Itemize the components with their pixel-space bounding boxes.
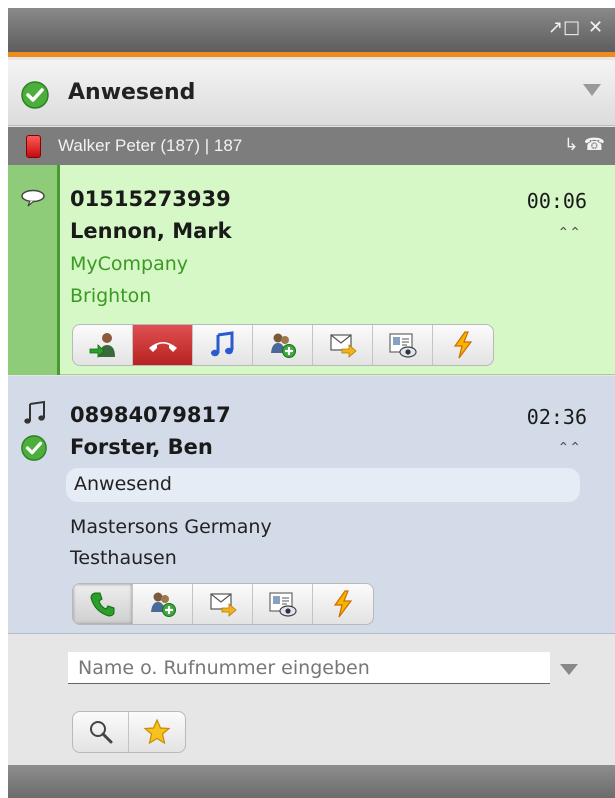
transfer-icon xyxy=(89,333,115,358)
add-conference-icon xyxy=(150,592,176,617)
quick-action-button[interactable] xyxy=(313,584,373,624)
call-forward-icon[interactable]: ↳ ☎ xyxy=(564,135,605,155)
pickup-call-icon xyxy=(89,592,114,617)
forward-mail-button[interactable] xyxy=(193,584,253,624)
collapse-icon[interactable]: ⌃⌃ xyxy=(558,440,581,456)
held-call-toolbar xyxy=(72,583,374,625)
search-input[interactable] xyxy=(68,652,550,684)
search-icon xyxy=(89,721,112,744)
caller-name: Forster, Ben xyxy=(70,435,213,459)
caller-number: 01515273939 xyxy=(70,187,231,211)
quick-action-button[interactable] xyxy=(433,325,493,365)
quick-action-icon xyxy=(453,331,473,359)
music-note-icon xyxy=(24,400,45,424)
search-area xyxy=(8,635,615,765)
caller-presence-status: Anwesend xyxy=(66,468,580,502)
caller-city: Testhausen xyxy=(70,547,177,569)
search-button[interactable] xyxy=(73,712,129,752)
add-conference-button[interactable] xyxy=(253,325,313,365)
hangup-icon xyxy=(148,342,177,352)
caller-number: 08984079817 xyxy=(70,403,231,427)
phone-client-window: ↗□ ✕ Anwesend Walker Peter (187) | 187 ↳… xyxy=(8,8,615,798)
view-contact-button[interactable] xyxy=(253,584,313,624)
favorites-button[interactable] xyxy=(129,712,185,752)
active-call-card: 01515273939 00:06 Lennon, Mark ⌃⌃ MyComp… xyxy=(8,165,615,375)
forward-mail-button[interactable] xyxy=(313,325,373,365)
quick-action-icon xyxy=(333,590,353,618)
close-window-icon[interactable]: ✕ xyxy=(588,18,603,38)
presence-status-selector[interactable]: Anwesend xyxy=(8,60,615,126)
check-circle-icon xyxy=(21,81,49,109)
transfer-button[interactable] xyxy=(73,325,133,365)
title-bar: ↗□ ✕ xyxy=(8,8,615,52)
title-accent-bar xyxy=(8,52,615,57)
chevron-down-icon[interactable] xyxy=(583,84,601,96)
forward-mail-icon xyxy=(329,334,357,358)
line-header: Walker Peter (187) | 187 ↳ ☎ xyxy=(8,127,615,165)
view-contact-icon xyxy=(388,333,417,358)
star-icon xyxy=(143,718,171,745)
add-conference-button[interactable] xyxy=(133,584,193,624)
search-toolbar xyxy=(72,711,186,753)
hangup-button[interactable] xyxy=(133,325,193,365)
caller-name: Lennon, Mark xyxy=(70,219,232,243)
chevron-down-icon[interactable] xyxy=(560,664,578,675)
add-conference-icon xyxy=(270,333,296,358)
check-circle-icon xyxy=(21,435,47,461)
forward-mail-icon xyxy=(209,593,237,617)
caller-company: MyCompany xyxy=(70,253,189,275)
music-hold-icon xyxy=(210,331,233,357)
collapse-icon[interactable]: ⌃⌃ xyxy=(558,225,581,241)
hold-music-button[interactable] xyxy=(193,325,253,365)
view-contact-icon xyxy=(268,592,297,617)
presence-status-label: Anwesend xyxy=(68,80,196,105)
pickup-call-button[interactable] xyxy=(73,584,133,624)
red-phone-icon xyxy=(26,135,41,158)
view-contact-button[interactable] xyxy=(373,325,433,365)
speech-bubble-icon xyxy=(21,189,45,207)
caller-city: Brighton xyxy=(70,285,152,307)
restore-window-icon[interactable]: ↗□ xyxy=(548,18,580,38)
held-call-card: 08984079817 02:36 Forster, Ben ⌃⌃ Anwese… xyxy=(8,376,615,634)
call-duration: 02:36 xyxy=(526,405,587,429)
bottom-bar xyxy=(8,765,615,798)
caller-company: Mastersons Germany xyxy=(70,516,272,538)
active-call-toolbar xyxy=(72,324,494,366)
call-duration: 00:06 xyxy=(526,189,587,213)
line-label: Walker Peter (187) | 187 xyxy=(58,136,243,155)
